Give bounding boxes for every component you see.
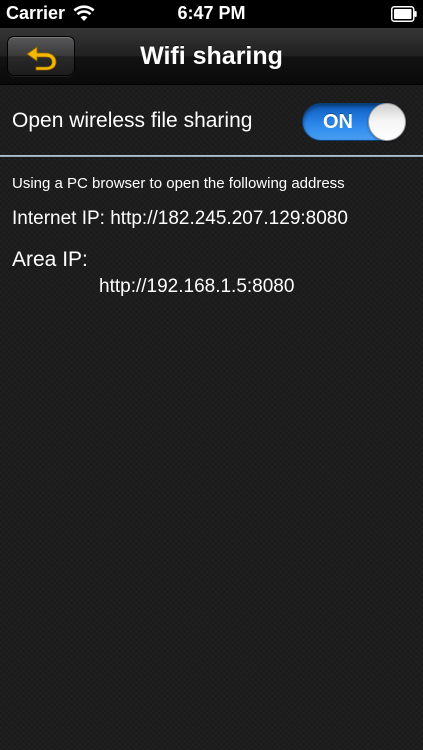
internet-ip-text: Internet IP: http://182.245.207.129:8080 bbox=[12, 208, 348, 229]
wifi-sharing-switch[interactable]: ON bbox=[302, 103, 406, 141]
battery-icon bbox=[391, 6, 417, 22]
area-ip-label: Area IP: bbox=[12, 248, 88, 271]
switch-knob[interactable] bbox=[368, 103, 406, 141]
status-bar: Carrier 6:47 PM bbox=[0, 0, 423, 28]
area-ip-address: http://192.168.1.5:8080 bbox=[99, 276, 295, 297]
back-arrow-icon bbox=[26, 46, 57, 71]
status-time: 6:47 PM bbox=[177, 3, 246, 23]
wifi-sharing-label: Open wireless file sharing bbox=[12, 109, 253, 132]
switch-state-label: ON bbox=[323, 111, 353, 133]
navigation-bar: Wifi sharing bbox=[0, 28, 423, 85]
divider bbox=[0, 155, 423, 157]
wifi-sharing-row: Open wireless file sharing ON bbox=[0, 85, 423, 155]
instruction-text: Using a PC browser to open the following… bbox=[12, 175, 345, 192]
back-button[interactable] bbox=[7, 36, 75, 76]
